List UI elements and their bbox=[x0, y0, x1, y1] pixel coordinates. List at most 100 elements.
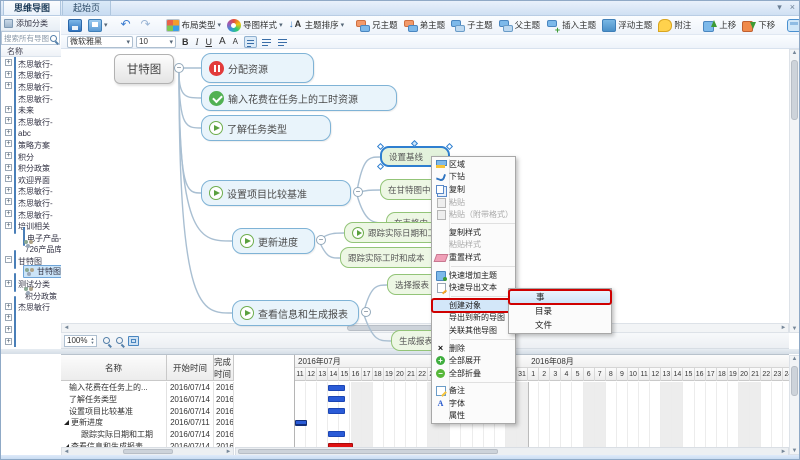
expand-plus-icon[interactable]: + bbox=[5, 164, 12, 171]
expand-plus-icon[interactable]: + bbox=[5, 117, 12, 124]
collapse-toggle[interactable]: − bbox=[316, 235, 326, 245]
zoom-level-spinner[interactable]: 100% ▲▼ bbox=[64, 335, 97, 347]
mindmap-node[interactable]: 查看信息和生成报表 bbox=[232, 300, 359, 326]
mindmap-node[interactable]: 输入花费在任务上的工时资源 bbox=[201, 85, 397, 111]
expand-plus-icon[interactable]: + bbox=[5, 187, 12, 194]
close-icon[interactable]: × bbox=[790, 2, 795, 13]
expand-plus-icon[interactable]: + bbox=[5, 140, 12, 147]
font-increase-button[interactable]: A bbox=[216, 36, 229, 48]
expand-plus-icon[interactable]: + bbox=[5, 59, 12, 66]
menu-item[interactable]: 重置样式 bbox=[432, 251, 515, 264]
insert-topic-button[interactable]: 插入主题 bbox=[543, 18, 599, 33]
scrollbar-thumb[interactable] bbox=[238, 449, 498, 454]
collapse-minus-icon[interactable]: − bbox=[5, 256, 12, 263]
mindmap-node[interactable]: 了解任务类型 bbox=[201, 115, 331, 141]
italic-button[interactable]: I bbox=[193, 36, 202, 48]
expand-plus-icon[interactable]: + bbox=[5, 175, 12, 182]
menu-item[interactable]: 快速导出文本 bbox=[432, 281, 515, 294]
underline-button[interactable]: U bbox=[203, 36, 216, 48]
expand-plus-icon[interactable]: + bbox=[5, 106, 12, 113]
font-decrease-button[interactable]: A bbox=[230, 36, 241, 48]
redo-button[interactable] bbox=[137, 18, 157, 33]
region-button[interactable]: 区域 bbox=[784, 18, 799, 33]
add-category-button[interactable]: 添加分类 bbox=[1, 17, 60, 31]
fit-view-icon[interactable] bbox=[128, 336, 139, 346]
row-expander-icon[interactable] bbox=[64, 420, 69, 425]
gantt-bar-task[interactable] bbox=[328, 408, 345, 414]
expand-plus-icon[interactable]: + bbox=[5, 314, 12, 321]
expand-plus-icon[interactable]: + bbox=[5, 338, 12, 345]
expand-plus-icon[interactable]: + bbox=[5, 210, 12, 217]
younger-sibling-topic-button[interactable]: 弟主题 bbox=[401, 18, 449, 33]
gantt-column-header[interactable]: 名称 bbox=[61, 355, 167, 381]
gantt-row[interactable]: 设置项目比较基准2016/07/142016/0 bbox=[61, 405, 234, 417]
menu-item[interactable]: 全部折叠 bbox=[432, 367, 515, 380]
collapse-toggle[interactable]: − bbox=[174, 63, 184, 73]
align-center-icon[interactable] bbox=[260, 36, 273, 48]
mindmap-node[interactable]: 甘特图 bbox=[114, 54, 174, 84]
submenu-item[interactable]: 文件 bbox=[509, 318, 611, 332]
menu-item[interactable]: 关联其他导图 bbox=[432, 324, 515, 337]
menu-item[interactable]: 导出到新的导图 bbox=[432, 312, 515, 325]
export-button[interactable]: ▾ bbox=[85, 18, 111, 33]
expand-plus-icon[interactable]: + bbox=[5, 82, 12, 89]
move-up-button[interactable]: 上移 bbox=[700, 18, 739, 33]
toolbar-collapse-icon[interactable]: ▾ bbox=[777, 2, 782, 13]
align-right-icon[interactable] bbox=[276, 36, 289, 48]
canvas-v-scrollbar[interactable]: ▲ ▼ bbox=[789, 49, 800, 333]
gantt-bar-task[interactable] bbox=[328, 431, 345, 437]
gantt-row[interactable]: 更新进度2016/07/112016/0 bbox=[61, 417, 234, 429]
menu-item[interactable]: 下钻 bbox=[432, 171, 515, 184]
expand-plus-icon[interactable]: + bbox=[5, 326, 12, 333]
mindmap-node[interactable]: 更新进度 bbox=[232, 228, 315, 254]
collapse-toggle[interactable]: − bbox=[353, 187, 363, 197]
font-size-combo[interactable]: 10 ▾ bbox=[136, 36, 176, 48]
gantt-row[interactable]: 输入花费在任务上的...2016/07/142016/0 bbox=[61, 382, 234, 394]
expand-plus-icon[interactable]: + bbox=[5, 198, 12, 205]
menu-item[interactable]: 全部展开 bbox=[432, 354, 515, 367]
scrollbar-thumb[interactable] bbox=[791, 60, 798, 120]
layout-type-button[interactable]: 布局类型▾ bbox=[163, 18, 225, 33]
sibling-topic-button[interactable]: 兄主题 bbox=[353, 18, 401, 33]
expand-plus-icon[interactable]: + bbox=[5, 222, 12, 229]
gantt-column-header[interactable]: 开始时间 bbox=[167, 355, 214, 381]
note-button[interactable]: 附注 bbox=[655, 18, 694, 33]
undo-button[interactable] bbox=[117, 18, 137, 33]
mindmap-node[interactable]: 分配资源 bbox=[201, 53, 314, 83]
child-topic-button[interactable]: 子主题 bbox=[448, 18, 496, 33]
gantt-row[interactable]: 跟踪实际日期和工期2016/07/142016/0 bbox=[61, 429, 234, 441]
floating-topic-button[interactable]: 浮动主题 bbox=[599, 18, 655, 33]
submenu-item[interactable]: 事 bbox=[509, 290, 611, 304]
expand-plus-icon[interactable]: + bbox=[5, 152, 12, 159]
topic-sort-button[interactable]: 主题排序▾ bbox=[286, 18, 348, 33]
menu-item[interactable]: 区域 bbox=[432, 158, 515, 171]
gantt-bar-task[interactable] bbox=[328, 385, 345, 391]
zoom-in-icon[interactable] bbox=[116, 337, 123, 344]
menu-item[interactable]: ×删除 bbox=[432, 342, 515, 355]
menu-item[interactable]: 复制样式 bbox=[432, 226, 515, 239]
collapse-toggle[interactable]: − bbox=[361, 307, 371, 317]
gantt-v-scrollbar[interactable]: ▲ ▼ bbox=[789, 355, 800, 455]
align-left-icon[interactable] bbox=[244, 36, 257, 48]
expand-plus-icon[interactable]: + bbox=[5, 129, 12, 136]
scroll-left-icon[interactable]: ◄ bbox=[62, 324, 71, 332]
menu-item[interactable]: 创建对象 bbox=[432, 299, 515, 312]
gantt-row[interactable]: 了解任务类型2016/07/142016/0 bbox=[61, 394, 234, 406]
expand-plus-icon[interactable]: + bbox=[5, 280, 12, 287]
gantt-bar-task[interactable] bbox=[328, 396, 345, 402]
menu-item[interactable]: 属性 bbox=[432, 410, 515, 423]
expand-plus-icon[interactable]: + bbox=[5, 71, 12, 78]
menu-item[interactable]: A字体 bbox=[432, 397, 515, 410]
scrollbar-thumb[interactable] bbox=[123, 449, 173, 454]
font-name-combo[interactable]: 微软雅黑 ▾ bbox=[67, 36, 133, 48]
zoom-out-icon[interactable] bbox=[103, 337, 110, 344]
search-input[interactable]: 搜索所有导图 bbox=[1, 31, 60, 45]
document-tab[interactable]: 起始页 bbox=[62, 0, 111, 15]
parent-topic-button[interactable]: 父主题 bbox=[496, 18, 544, 33]
submenu-item[interactable]: 目录 bbox=[509, 304, 611, 318]
bold-button[interactable]: B bbox=[179, 36, 192, 48]
scrollbar-thumb[interactable] bbox=[791, 366, 798, 396]
mindmap-node[interactable]: 设置项目比较基准 bbox=[201, 180, 351, 206]
menu-item[interactable]: 快速增加主题 bbox=[432, 269, 515, 282]
move-down-button[interactable]: 下移 bbox=[739, 18, 778, 33]
